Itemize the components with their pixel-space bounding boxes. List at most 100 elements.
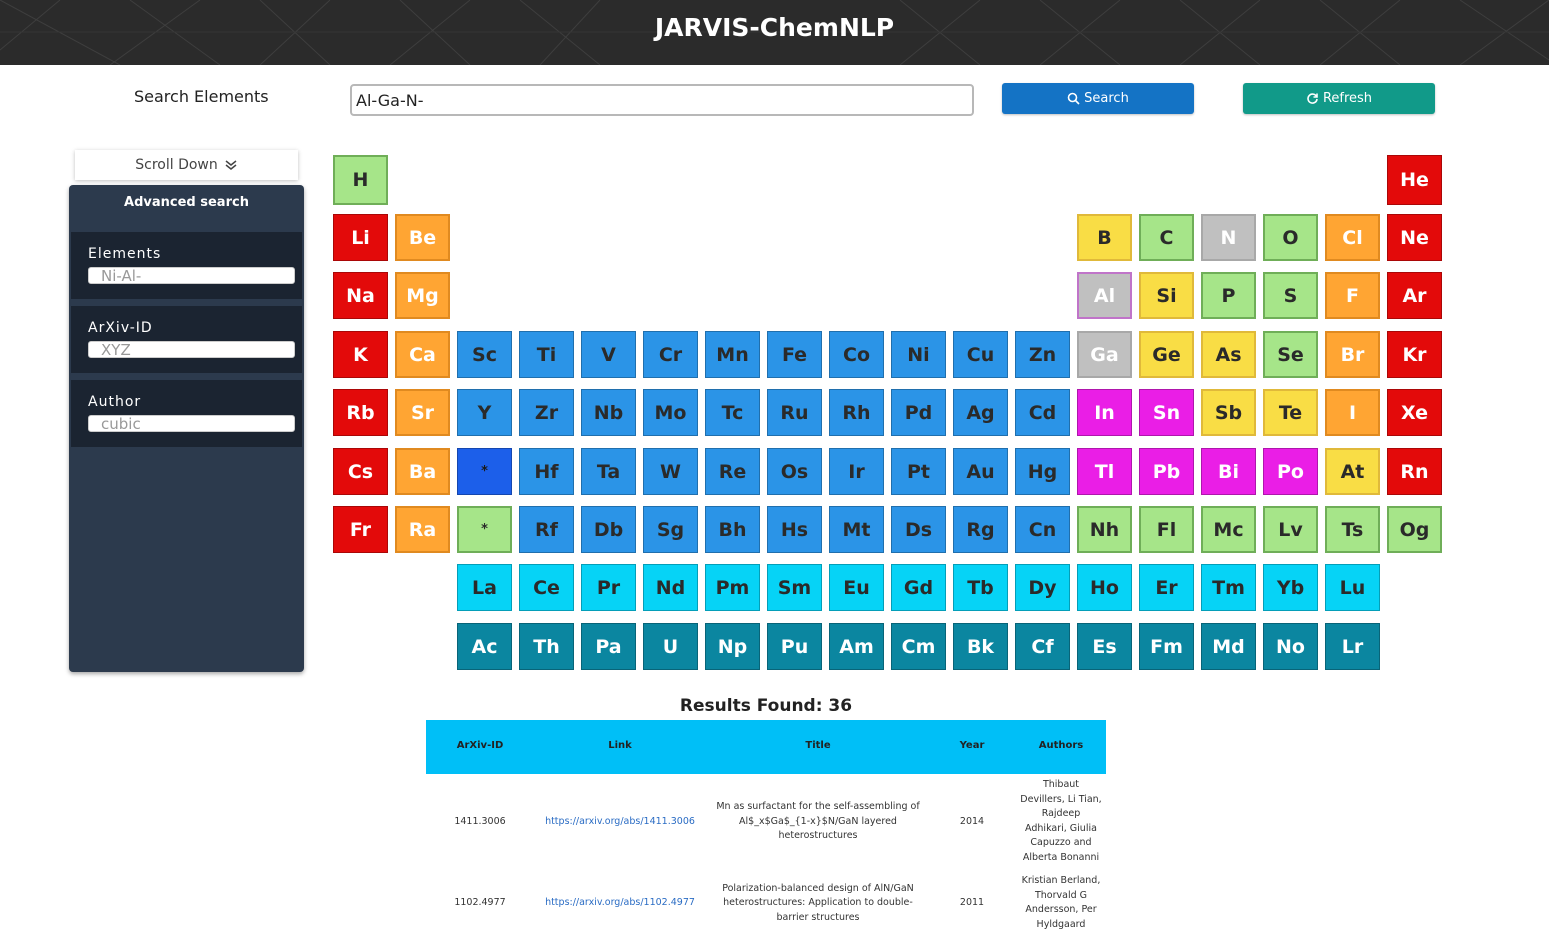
element-cell-ds[interactable]: Ds: [891, 506, 946, 553]
element-cell-ho[interactable]: Ho: [1077, 564, 1132, 611]
element-cell-hg[interactable]: Hg: [1015, 448, 1070, 495]
element-cell-ca[interactable]: Ca: [395, 331, 450, 378]
element-cell-eu[interactable]: Eu: [829, 564, 884, 611]
element-cell-rg[interactable]: Rg: [953, 506, 1008, 553]
element-cell-ar[interactable]: Ar: [1387, 272, 1442, 319]
element-cell-nd[interactable]: Nd: [643, 564, 698, 611]
element-cell-ag[interactable]: Ag: [953, 389, 1008, 436]
element-cell-lu[interactable]: Lu: [1325, 564, 1380, 611]
element-cell-pb[interactable]: Pb: [1139, 448, 1194, 495]
element-cell-sm[interactable]: Sm: [767, 564, 822, 611]
element-cell-ru[interactable]: Ru: [767, 389, 822, 436]
element-cell-li[interactable]: Li: [333, 214, 388, 261]
element-cell-rb[interactable]: Rb: [333, 389, 388, 436]
element-cell-ti[interactable]: Ti: [519, 331, 574, 378]
element-cell-lr[interactable]: Lr: [1325, 623, 1380, 670]
element-cell-ne[interactable]: Ne: [1387, 214, 1442, 261]
element-cell-yb[interactable]: Yb: [1263, 564, 1318, 611]
element-cell-mc[interactable]: Mc: [1201, 506, 1256, 553]
element-cell-i[interactable]: I: [1325, 389, 1380, 436]
element-cell-pr[interactable]: Pr: [581, 564, 636, 611]
element-cell-pu[interactable]: Pu: [767, 623, 822, 670]
element-cell-no[interactable]: No: [1263, 623, 1318, 670]
element-cell-mg[interactable]: Mg: [395, 272, 450, 319]
element-cell-series-placeholder[interactable]: *: [457, 506, 512, 553]
element-cell-ba[interactable]: Ba: [395, 448, 450, 495]
element-cell-ir[interactable]: Ir: [829, 448, 884, 495]
element-cell-re[interactable]: Re: [705, 448, 760, 495]
element-cell-gd[interactable]: Gd: [891, 564, 946, 611]
element-cell-ac[interactable]: Ac: [457, 623, 512, 670]
elements-filter-input[interactable]: [88, 267, 295, 284]
element-cell-sb[interactable]: Sb: [1201, 389, 1256, 436]
element-cell-sc[interactable]: Sc: [457, 331, 512, 378]
element-cell-in[interactable]: In: [1077, 389, 1132, 436]
element-cell-la[interactable]: La: [457, 564, 512, 611]
element-cell-hs[interactable]: Hs: [767, 506, 822, 553]
element-cell-bh[interactable]: Bh: [705, 506, 760, 553]
element-cell-zn[interactable]: Zn: [1015, 331, 1070, 378]
element-cell-y[interactable]: Y: [457, 389, 512, 436]
element-cell-k[interactable]: K: [333, 331, 388, 378]
element-cell-ga[interactable]: Ga: [1077, 331, 1132, 378]
element-cell-br[interactable]: Br: [1325, 331, 1380, 378]
element-cell-xe[interactable]: Xe: [1387, 389, 1442, 436]
author-filter-input[interactable]: [88, 415, 295, 432]
element-cell-sr[interactable]: Sr: [395, 389, 450, 436]
element-cell-tc[interactable]: Tc: [705, 389, 760, 436]
element-cell-mo[interactable]: Mo: [643, 389, 698, 436]
element-cell-ta[interactable]: Ta: [581, 448, 636, 495]
element-cell-db[interactable]: Db: [581, 506, 636, 553]
element-cell-ce[interactable]: Ce: [519, 564, 574, 611]
element-cell-fl[interactable]: Fl: [1139, 506, 1194, 553]
element-cell-w[interactable]: W: [643, 448, 698, 495]
element-cell-al[interactable]: Al: [1077, 272, 1132, 319]
element-cell-md[interactable]: Md: [1201, 623, 1256, 670]
element-cell-zr[interactable]: Zr: [519, 389, 574, 436]
element-cell-rh[interactable]: Rh: [829, 389, 884, 436]
element-cell-ra[interactable]: Ra: [395, 506, 450, 553]
element-cell-fm[interactable]: Fm: [1139, 623, 1194, 670]
refresh-button[interactable]: Refresh: [1243, 83, 1435, 114]
element-cell-p[interactable]: P: [1201, 272, 1256, 319]
element-cell-po[interactable]: Po: [1263, 448, 1318, 495]
element-cell-er[interactable]: Er: [1139, 564, 1194, 611]
element-cell-mn[interactable]: Mn: [705, 331, 760, 378]
element-cell-os[interactable]: Os: [767, 448, 822, 495]
element-cell-cd[interactable]: Cd: [1015, 389, 1070, 436]
element-cell-h[interactable]: H: [333, 155, 388, 205]
element-cell-lv[interactable]: Lv: [1263, 506, 1318, 553]
element-cell-b[interactable]: B: [1077, 214, 1132, 261]
element-cell-series-placeholder[interactable]: *: [457, 448, 512, 495]
element-cell-hf[interactable]: Hf: [519, 448, 574, 495]
search-elements-input[interactable]: [350, 84, 974, 116]
element-cell-cf[interactable]: Cf: [1015, 623, 1070, 670]
element-cell-co[interactable]: Co: [829, 331, 884, 378]
element-cell-sn[interactable]: Sn: [1139, 389, 1194, 436]
element-cell-u[interactable]: U: [643, 623, 698, 670]
element-cell-f[interactable]: F: [1325, 272, 1380, 319]
element-cell-as[interactable]: As: [1201, 331, 1256, 378]
element-cell-cr[interactable]: Cr: [643, 331, 698, 378]
element-cell-he[interactable]: He: [1387, 155, 1442, 205]
element-cell-sg[interactable]: Sg: [643, 506, 698, 553]
element-cell-nb[interactable]: Nb: [581, 389, 636, 436]
element-cell-at[interactable]: At: [1325, 448, 1380, 495]
element-cell-n[interactable]: N: [1201, 214, 1256, 261]
element-cell-cu[interactable]: Cu: [953, 331, 1008, 378]
element-cell-tl[interactable]: Tl: [1077, 448, 1132, 495]
element-cell-rn[interactable]: Rn: [1387, 448, 1442, 495]
element-cell-pa[interactable]: Pa: [581, 623, 636, 670]
element-cell-s[interactable]: S: [1263, 272, 1318, 319]
element-cell-og[interactable]: Og: [1387, 506, 1442, 553]
element-cell-ge[interactable]: Ge: [1139, 331, 1194, 378]
element-cell-v[interactable]: V: [581, 331, 636, 378]
element-cell-cl[interactable]: Cl: [1325, 214, 1380, 261]
element-cell-na[interactable]: Na: [333, 272, 388, 319]
element-cell-cm[interactable]: Cm: [891, 623, 946, 670]
search-button[interactable]: Search: [1002, 83, 1194, 114]
element-cell-te[interactable]: Te: [1263, 389, 1318, 436]
element-cell-cs[interactable]: Cs: [333, 448, 388, 495]
arxiv-link[interactable]: https://arxiv.org/abs/1411.3006: [530, 815, 710, 830]
element-cell-np[interactable]: Np: [705, 623, 760, 670]
